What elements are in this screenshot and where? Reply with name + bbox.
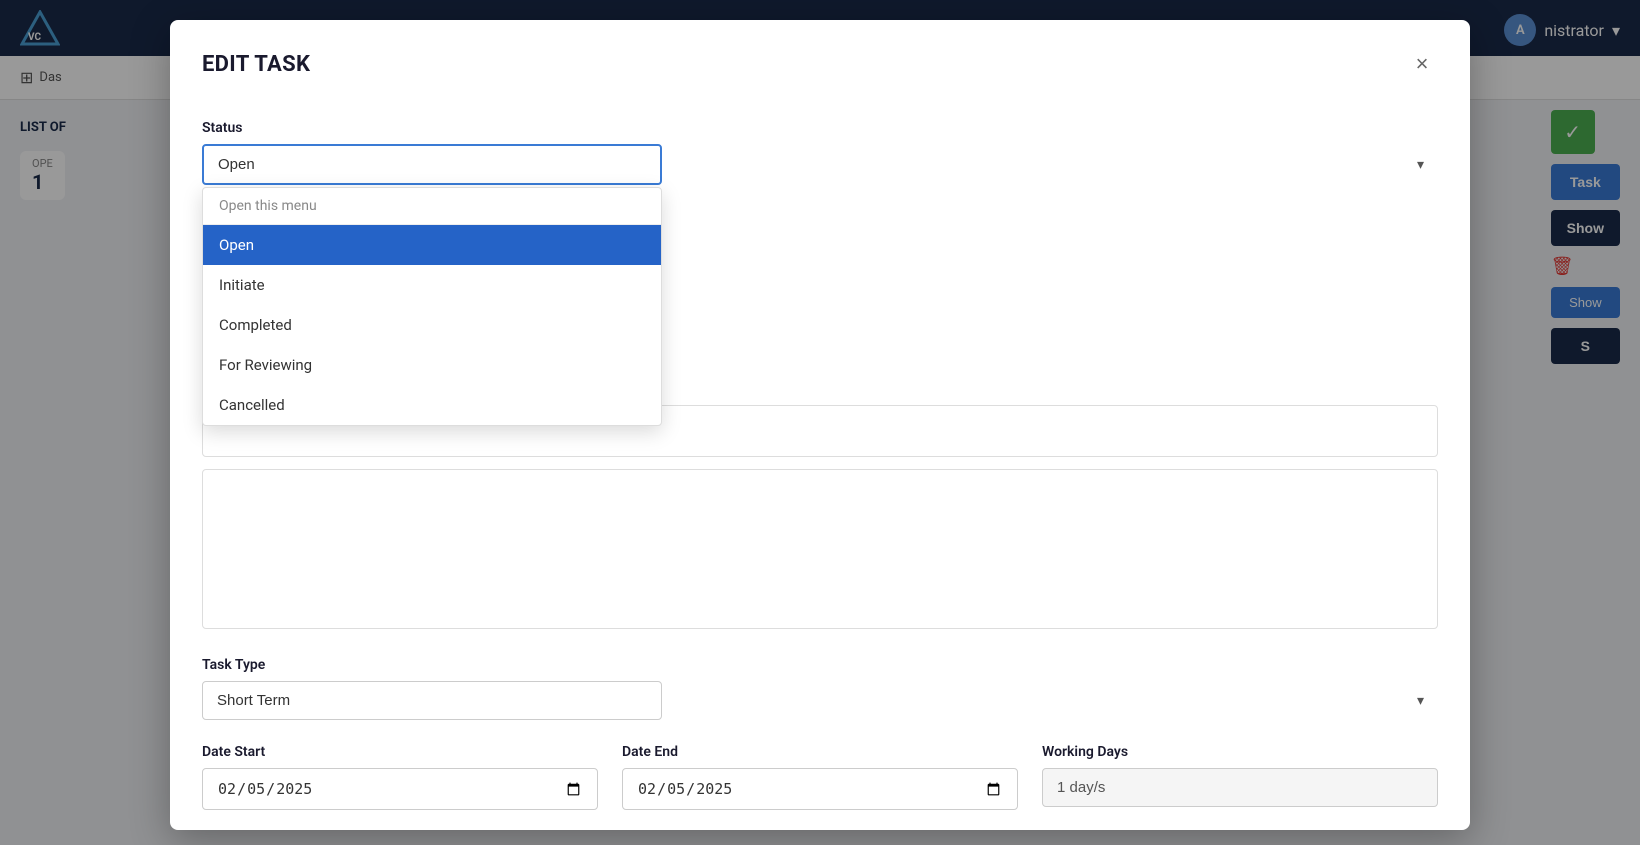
task-type-select-wrapper: Short Term Long Term ▾ <box>202 681 1438 720</box>
date-start-label: Date Start <box>202 744 598 760</box>
status-section: Status Open Initiate Completed For Revie… <box>202 120 1438 185</box>
task-type-select[interactable]: Short Term Long Term <box>202 681 662 720</box>
dropdown-item-for-reviewing[interactable]: For Reviewing <box>203 345 661 385</box>
edit-task-modal: EDIT TASK × Status Open Initiate Complet… <box>170 20 1470 830</box>
dropdown-item-completed[interactable]: Completed <box>203 305 661 345</box>
modal-title: EDIT TASK <box>202 52 310 77</box>
status-label: Status <box>202 120 1438 136</box>
working-days-label: Working Days <box>1042 744 1438 760</box>
working-days-input: 1 day/s <box>1042 768 1438 807</box>
date-row: Date Start Date End Working Days 1 day/s <box>202 744 1438 810</box>
text-fields-area <box>202 405 1438 633</box>
status-dropdown: Open this menu Open Initiate Completed F… <box>202 187 662 426</box>
task-type-label: Task Type <box>202 657 1438 673</box>
modal-body: Status Open Initiate Completed For Revie… <box>170 100 1470 842</box>
date-start-field: Date Start <box>202 744 598 810</box>
status-select-wrapper: Open Initiate Completed For Reviewing Ca… <box>202 144 1438 185</box>
close-icon: × <box>1416 51 1429 77</box>
dropdown-hint: Open this menu <box>203 188 661 225</box>
task-type-chevron-icon: ▾ <box>1417 693 1424 709</box>
status-chevron-icon: ▾ <box>1417 157 1424 173</box>
close-button[interactable]: × <box>1406 48 1438 80</box>
dropdown-item-initiate[interactable]: Initiate <box>203 265 661 305</box>
modal-header: EDIT TASK × <box>170 20 1470 100</box>
status-select[interactable]: Open Initiate Completed For Reviewing Ca… <box>202 144 662 185</box>
date-end-field: Date End <box>622 744 1018 810</box>
task-description-input[interactable] <box>202 469 1438 629</box>
task-type-section: Task Type Short Term Long Term ▾ <box>202 657 1438 720</box>
date-start-input[interactable] <box>202 768 598 810</box>
dropdown-item-open[interactable]: Open <box>203 225 661 265</box>
date-end-label: Date End <box>622 744 1018 760</box>
date-end-input[interactable] <box>622 768 1018 810</box>
working-days-field: Working Days 1 day/s <box>1042 744 1438 810</box>
dropdown-item-cancelled[interactable]: Cancelled <box>203 385 661 425</box>
